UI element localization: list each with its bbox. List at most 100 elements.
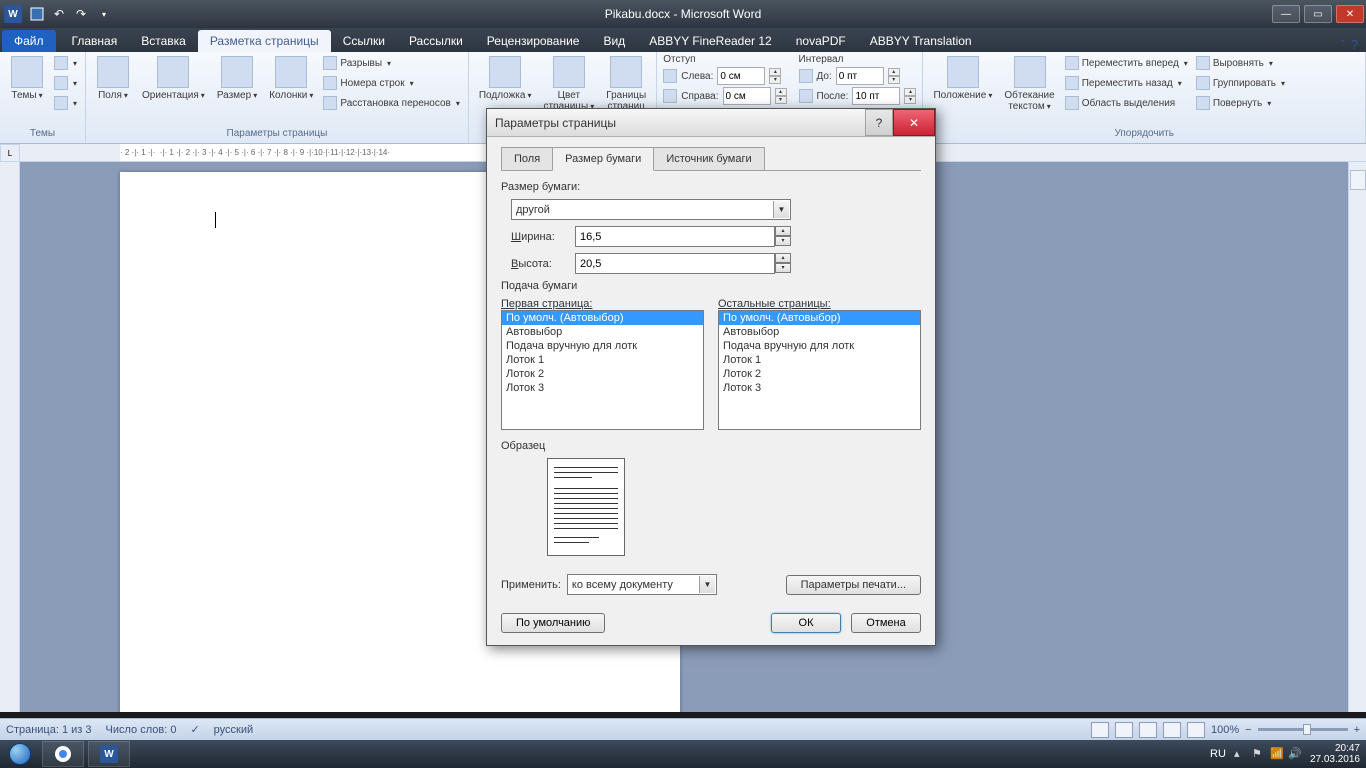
qat-save[interactable] [28,5,46,23]
start-button[interactable] [0,740,40,768]
ribbon-tabs: Файл Главная Вставка Разметка страницы С… [0,28,1366,52]
tab-novapdf[interactable]: novaPDF [784,30,858,52]
word-icon: W [4,5,22,23]
dialog-titlebar[interactable]: Параметры страницы ? ✕ [487,109,935,137]
maximize-button[interactable]: ▭ [1304,5,1332,23]
tab-view[interactable]: Вид [591,30,637,52]
ribbon-minimize-icon[interactable]: ˇ [1340,37,1344,52]
tab-page-layout[interactable]: Разметка страницы [198,30,331,52]
spacing-before-input[interactable] [836,67,884,85]
task-chrome[interactable] [42,741,84,767]
wrap-text-button[interactable]: Обтекание текстом [1000,54,1058,114]
vertical-ruler[interactable] [0,162,20,712]
indent-left-icon [663,69,677,83]
qat-undo[interactable]: ↶ [50,5,68,23]
status-language[interactable]: русский [214,724,253,736]
tab-abbyy-tr[interactable]: ABBYY Translation [858,30,984,52]
tab-abbyy-fr[interactable]: ABBYY FineReader 12 [637,30,784,52]
close-button[interactable]: ✕ [1336,5,1364,23]
zoom-slider[interactable] [1258,728,1348,731]
default-button[interactable]: По умолчанию [501,613,605,633]
tray-volume-icon[interactable]: 🔊 [1288,747,1302,761]
status-words[interactable]: Число слов: 0 [106,724,177,736]
width-input[interactable] [575,226,775,247]
task-word[interactable]: W [88,741,130,767]
ok-button[interactable]: ОК [771,613,841,633]
preview-box [547,458,625,556]
zoom-out[interactable]: − [1245,724,1251,736]
hyphenation-button[interactable]: Расстановка переносов [321,94,461,112]
theme-effects[interactable] [52,94,79,112]
view-draft[interactable] [1187,722,1205,738]
apply-to-select[interactable]: ко всему документу▼ [567,574,717,595]
dialog-close-button[interactable]: ✕ [893,109,935,136]
rotate-button[interactable]: Повернуть [1194,94,1287,112]
dialog-tab-paper[interactable]: Размер бумаги [552,147,654,171]
page-color-button[interactable]: Цвет страницы [539,54,598,114]
send-backward-button[interactable]: Переместить назад [1063,74,1190,92]
group-arrange: Положение Обтекание текстом Переместить … [923,52,1366,143]
status-page[interactable]: Страница: 1 из 3 [6,724,92,736]
view-print-layout[interactable] [1091,722,1109,738]
first-page-tray-list[interactable]: По умолч. (Автовыбор) Автовыбор Подача в… [501,310,704,430]
align-button[interactable]: Выровнять [1194,54,1287,72]
indent-left-input[interactable] [717,67,765,85]
view-web-layout[interactable] [1139,722,1157,738]
tab-file[interactable]: Файл [2,30,56,52]
dialog-tab-source[interactable]: Источник бумаги [653,147,764,171]
statusbar: Страница: 1 из 3 Число слов: 0 ✓ русский… [0,718,1366,740]
tray-flag-icon[interactable]: ⚑ [1252,747,1266,761]
titlebar: W ↶ ↷ Pikabu.docx - Microsoft Word — ▭ ✕ [0,0,1366,28]
status-proofing-icon[interactable]: ✓ [190,723,199,736]
theme-colors[interactable] [52,54,79,72]
ruler-corner[interactable]: L [0,144,20,162]
paper-size-select[interactable]: другой▼ [511,199,791,220]
zoom-level[interactable]: 100% [1211,724,1239,736]
orientation-button[interactable]: Ориентация [138,54,209,103]
tab-mailings[interactable]: Рассылки [397,30,475,52]
indent-right-icon [663,89,677,103]
tab-insert[interactable]: Вставка [129,30,198,52]
tray-chevron-icon[interactable]: ▴ [1234,747,1248,761]
qat-customize[interactable] [94,5,112,23]
breaks-button[interactable]: Разрывы [321,54,461,72]
position-button[interactable]: Положение [929,54,996,103]
taskbar: W RU ▴ ⚑ 📶 🔊 20:47 27.03.2016 [0,740,1366,768]
help-icon[interactable]: ? [1351,37,1358,52]
dialog-tab-margins[interactable]: Поля [501,147,553,171]
theme-fonts[interactable] [52,74,79,92]
minimize-button[interactable]: — [1272,5,1300,23]
tab-references[interactable]: Ссылки [331,30,397,52]
zoom-in[interactable]: + [1354,724,1360,736]
size-button[interactable]: Размер [213,54,261,103]
window-title: Pikabu.docx - Microsoft Word [605,7,762,21]
dialog-tabs: Поля Размер бумаги Источник бумаги [501,147,921,171]
tab-home[interactable]: Главная [60,30,130,52]
view-full-screen[interactable] [1115,722,1133,738]
page-borders-button[interactable]: Границы страниц [602,54,650,114]
bring-forward-button[interactable]: Переместить вперед [1063,54,1190,72]
watermark-button[interactable]: Подложка [475,54,536,103]
tray-clock[interactable]: 20:47 27.03.2016 [1310,743,1360,765]
line-numbers-button[interactable]: Номера строк [321,74,461,92]
spacing-after-input[interactable] [852,87,900,105]
print-options-button[interactable]: Параметры печати... [786,575,921,595]
height-input[interactable] [575,253,775,274]
other-pages-tray-list[interactable]: По умолч. (Автовыбор) Автовыбор Подача в… [718,310,921,430]
margins-button[interactable]: Поля [92,54,134,103]
view-outline[interactable] [1163,722,1181,738]
tray-lang[interactable]: RU [1210,748,1226,760]
group-button[interactable]: Группировать [1194,74,1287,92]
cancel-button[interactable]: Отмена [851,613,921,633]
themes-button[interactable]: Темы [6,54,48,103]
tray-network-icon[interactable]: 📶 [1270,747,1284,761]
selection-pane-button[interactable]: Область выделения [1063,94,1190,112]
tab-review[interactable]: Рецензирование [475,30,592,52]
side-panel-tab[interactable] [1350,170,1366,190]
columns-button[interactable]: Колонки [265,54,317,103]
vertical-scrollbar[interactable] [1348,162,1366,712]
spacing-after-icon [799,89,813,103]
qat-redo[interactable]: ↷ [72,5,90,23]
dialog-help-button[interactable]: ? [865,109,893,136]
indent-right-input[interactable] [723,87,771,105]
